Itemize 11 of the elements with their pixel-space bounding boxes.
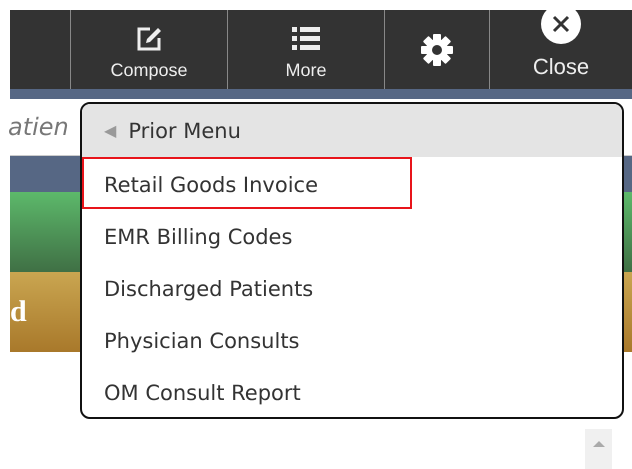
menu-item[interactable]: Retail Goods Invoice <box>82 157 412 209</box>
close-icon <box>541 10 581 44</box>
menu-item[interactable]: Physician Consults <box>82 313 412 365</box>
edit-icon <box>136 26 162 52</box>
menu-item[interactable]: EMR Billing Codes <box>82 209 412 261</box>
list-icon <box>292 26 320 52</box>
settings-icon <box>420 32 454 66</box>
menu-item[interactable]: Discharged Patients <box>82 261 412 313</box>
menu-item[interactable]: OM Consult Report <box>82 365 412 417</box>
banner-text: d <box>10 295 27 329</box>
prior-menu-item[interactable]: ◀ Prior Menu <box>82 104 622 157</box>
